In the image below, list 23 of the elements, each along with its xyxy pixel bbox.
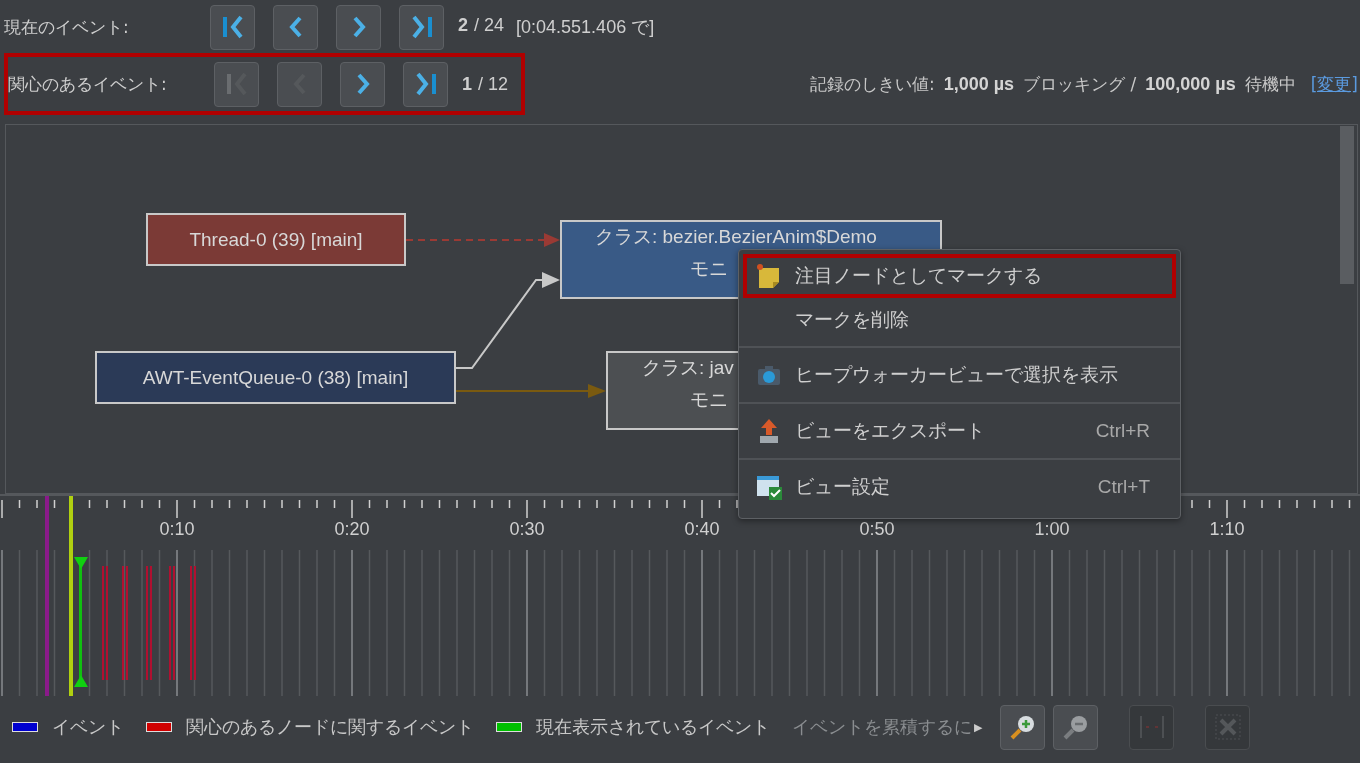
time-label: 1:10 [1209, 519, 1245, 539]
threshold-label: 記録のしきい値: [809, 72, 935, 96]
legend-label: 現在表示されているイベント [536, 715, 770, 739]
current-event-label: 現在のイベント: [4, 15, 130, 39]
time-label: 0:30 [509, 519, 545, 539]
event-total: / 24 [474, 15, 505, 37]
event-time: [0:04.551.406 で] [516, 16, 655, 39]
time-label: 0:50 [859, 519, 895, 539]
event-position: 1 [462, 73, 472, 95]
time-label: 0:10 [159, 519, 195, 539]
blocking-label: ブロッキング / [1023, 72, 1137, 96]
time-label: 0:20 [334, 519, 370, 539]
waiting-threshold: 100,000 µs [1145, 73, 1236, 95]
time-label: 1:00 [1034, 519, 1070, 539]
event-total: / 12 [478, 73, 509, 95]
time-label: 0:40 [684, 519, 720, 539]
waiting-label: 待機中 [1244, 72, 1296, 96]
interesting-event-label: 関心のあるイベント: [8, 72, 168, 96]
event-position: 2 [458, 15, 468, 37]
legend-label: 関心のあるノードに関するイベント [186, 715, 474, 739]
legend-label: イベント [52, 715, 124, 739]
accumulate-label: イベントを累積するに [792, 715, 972, 739]
blocking-threshold: 1,000 µs [943, 73, 1015, 95]
